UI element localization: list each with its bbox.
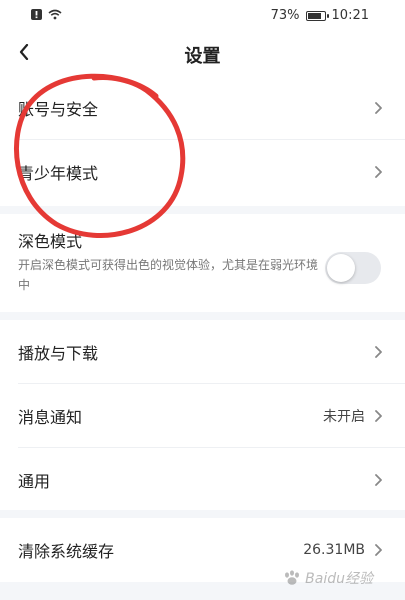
general-section: 播放与下载 消息通知 未开启 通用 [0, 320, 405, 510]
settings-item-dark-mode: 深色模式 开启深色模式可获得出色的视觉体验，尤其是在弱光环境中 [0, 214, 405, 312]
settings-item-label: 青少年模式 [18, 164, 99, 183]
status-left [31, 9, 62, 20]
status-right: 73% 10:21 [271, 8, 369, 23]
wifi-icon [48, 9, 62, 20]
chevron-right-icon [375, 544, 382, 556]
watermark-text: Baidu经验 [305, 571, 373, 587]
watermark: Baidu经验 [283, 568, 373, 588]
dark-mode-description: 开启深色模式可获得出色的视觉体验，尤其是在弱光环境中 [18, 258, 319, 292]
settings-item-general[interactable]: 通用 [0, 448, 405, 512]
battery-icon [305, 10, 329, 21]
chevron-right-icon [375, 166, 382, 178]
notification-alert-icon [31, 9, 42, 20]
settings-item-label: 消息通知 [18, 408, 83, 427]
paw-logo-icon [285, 570, 300, 585]
settings-item-label: 账号与安全 [18, 100, 99, 119]
settings-item-notifications[interactable]: 消息通知 未开启 [0, 384, 405, 448]
chevron-right-icon [375, 102, 382, 114]
dark-mode-label: 深色模式 [18, 232, 83, 251]
nav-bar: 设置 [0, 32, 405, 76]
settings-item-label: 播放与下载 [18, 344, 99, 363]
dark-mode-section: 深色模式 开启深色模式可获得出色的视觉体验，尤其是在弱光环境中 [0, 214, 405, 312]
status-bar: 73% 10:21 [0, 0, 405, 32]
settings-item-account-security[interactable]: 账号与安全 [0, 76, 405, 140]
chevron-right-icon [375, 410, 382, 422]
notifications-status: 未开启 [323, 409, 365, 425]
battery-percent: 73% [270, 8, 300, 23]
toggle-knob [327, 254, 355, 282]
account-section: 账号与安全 青少年模式 [0, 76, 405, 206]
dark-mode-toggle[interactable] [325, 252, 381, 284]
clock: 10:21 [331, 8, 369, 23]
chevron-right-icon [375, 346, 382, 358]
settings-item-teen-mode[interactable]: 青少年模式 [0, 140, 405, 204]
cache-size: 26.31MB [303, 542, 365, 558]
settings-item-label: 通用 [18, 472, 51, 491]
chevron-right-icon [375, 474, 382, 486]
settings-item-playback-download[interactable]: 播放与下载 [0, 320, 405, 384]
page-title: 设置 [184, 46, 221, 67]
settings-item-label: 清除系统缓存 [18, 542, 115, 561]
